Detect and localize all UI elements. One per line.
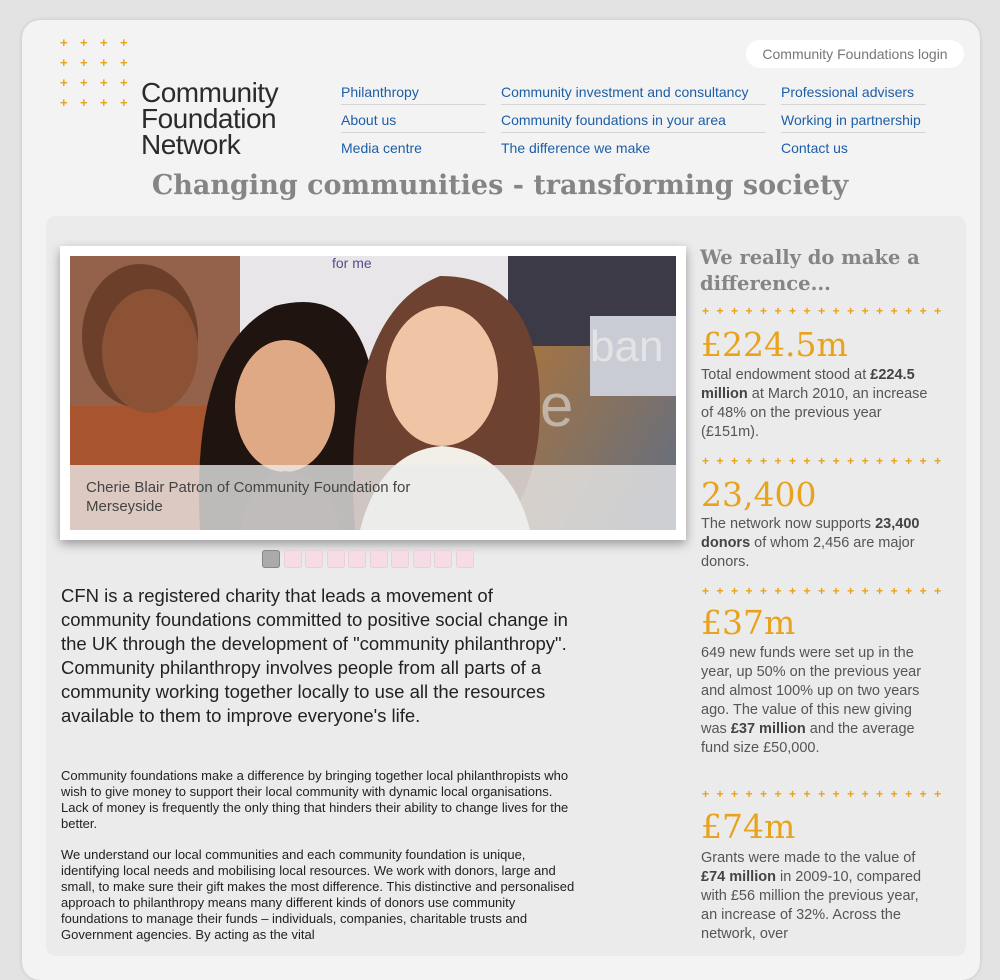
stat-description: Grants were made to the value of £74 mil… [701, 849, 931, 944]
stat-highlight: £74 million [701, 869, 776, 885]
stat-text: Total endowment stood at [701, 367, 871, 383]
stat-description: The network now supports 23,400 donors o… [701, 515, 931, 572]
stat-description: 649 new funds were set up in the year, u… [701, 644, 931, 758]
slideshow-pager-dot[interactable] [455, 550, 474, 568]
stat-text: The network now supports [701, 516, 876, 532]
stat-figure: £224.5m [701, 325, 848, 364]
nav-link-media-centre[interactable]: Media centre [341, 139, 422, 157]
slideshow-pager-dot[interactable] [434, 550, 452, 568]
slideshow-pager-dot[interactable] [348, 550, 366, 568]
logo-dots-icon: + + + + + + + + + + + + + + + + [60, 36, 140, 116]
logo-dot-icon: + [80, 75, 88, 90]
nav-divider [501, 104, 766, 105]
site-logo[interactable]: Community Foundation Network [141, 79, 279, 160]
slideshow-pager-dot[interactable] [369, 550, 388, 568]
nav-divider [501, 132, 766, 133]
logo-dot-icon: + [120, 75, 128, 90]
logo-dot-icon: + [100, 35, 108, 50]
nav-link-philanthropy[interactable]: Philanthropy [341, 83, 419, 101]
slideshow-pager-dot[interactable] [412, 550, 431, 568]
logo-dot-icon: + [60, 55, 68, 70]
body-paragraph-2: We understand our local communities and … [61, 847, 575, 942]
logo-dot-icon: + [80, 35, 88, 50]
slideshow-caption-text: Cherie Blair Patron of Community Foundat… [86, 479, 411, 515]
logo-dot-icon: + [100, 75, 108, 90]
logo-dot-icon: + [120, 55, 128, 70]
slideshow-pager-dot[interactable] [262, 550, 280, 568]
dotted-divider: +++++++++++++++++ [702, 455, 942, 467]
page-tagline: Changing communities - transforming soci… [151, 170, 849, 201]
svg-text:e: e [540, 372, 573, 439]
svg-text:for me: for me [332, 256, 372, 271]
intro-text: CFN is a registered charity that leads a… [61, 585, 568, 726]
logo-line: Network [141, 129, 241, 160]
dotted-divider: +++++++++++++++++ [702, 305, 942, 317]
logo-dot-icon: + [60, 75, 68, 90]
logo-dot-icon: + [120, 95, 128, 110]
nav-link-foundations-in-your-area[interactable]: Community foundations in your area [501, 111, 726, 129]
logo-dot-icon: + [100, 55, 108, 70]
svg-text:ban: ban [590, 322, 663, 371]
logo-dot-icon: + [60, 35, 68, 50]
logo-dot-icon: + [80, 95, 88, 110]
nav-link-contact-us[interactable]: Contact us [781, 139, 848, 157]
nav-link-working-in-partnership[interactable]: Working in partnership [781, 111, 921, 129]
slideshow-caption: Cherie Blair Patron of Community Foundat… [70, 465, 676, 530]
slideshow-pager-dot[interactable] [326, 550, 345, 568]
nav-divider [341, 132, 486, 133]
nav-divider [781, 132, 926, 133]
stat-highlight: £37 million [730, 721, 806, 737]
dotted-divider: +++++++++++++++++ [702, 585, 942, 597]
stat-figure: £37m [701, 603, 796, 642]
logo-dot-icon: + [80, 55, 88, 70]
nav-link-difference-we-make[interactable]: The difference we make [501, 139, 650, 157]
logo-dot-icon: + [120, 35, 128, 50]
community-foundations-login-button[interactable]: Community Foundations login [746, 40, 964, 68]
logo-dot-icon: + [100, 95, 108, 110]
slideshow-pager-dot[interactable] [283, 550, 302, 568]
dotted-divider: +++++++++++++++++ [702, 788, 942, 800]
sidebar-heading: We really do make a difference... [700, 246, 920, 295]
slideshow-pager-dot[interactable] [391, 550, 409, 568]
stat-figure: £74m [701, 807, 796, 846]
nav-divider [341, 104, 486, 105]
stat-figure: 23,400 [701, 475, 817, 514]
body-paragraph-1: Community foundations make a difference … [61, 768, 569, 831]
logo-dot-icon: + [60, 95, 68, 110]
nav-link-professional-advisers[interactable]: Professional advisers [781, 83, 914, 101]
nav-link-about-us[interactable]: About us [341, 111, 396, 129]
stat-text: Grants were made to the value of [701, 850, 916, 866]
slideshow-pager-dot[interactable] [305, 550, 323, 568]
nav-divider [781, 104, 926, 105]
stat-description: Total endowment stood at £224.5 million … [701, 366, 931, 442]
nav-link-community-investment[interactable]: Community investment and consultancy [501, 83, 748, 101]
